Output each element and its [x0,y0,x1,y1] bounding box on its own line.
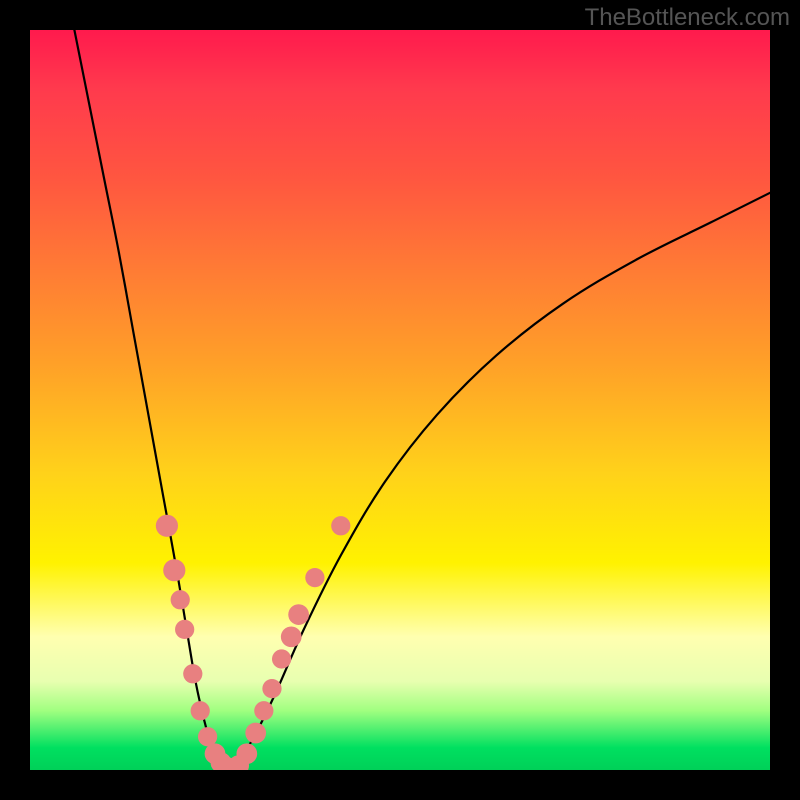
data-marker [288,604,309,625]
data-marker [331,516,350,535]
chart-frame: TheBottleneck.com [0,0,800,800]
watermark-text: TheBottleneck.com [585,4,790,32]
chart-plot-area [30,30,770,770]
data-marker [281,626,302,647]
data-marker [175,620,194,639]
data-marker [163,559,185,581]
curve-left-branch [74,30,229,769]
chart-lines [74,30,770,769]
data-marker [305,568,324,587]
data-marker [272,649,291,668]
data-marker [183,664,202,683]
chart-svg [30,30,770,770]
chart-markers [156,515,351,770]
data-marker [171,590,190,609]
data-marker [254,701,273,720]
data-marker [156,515,178,537]
data-marker [245,723,266,744]
data-marker [191,701,210,720]
curve-right-branch [230,193,770,769]
data-marker [236,743,257,764]
data-marker [262,679,281,698]
